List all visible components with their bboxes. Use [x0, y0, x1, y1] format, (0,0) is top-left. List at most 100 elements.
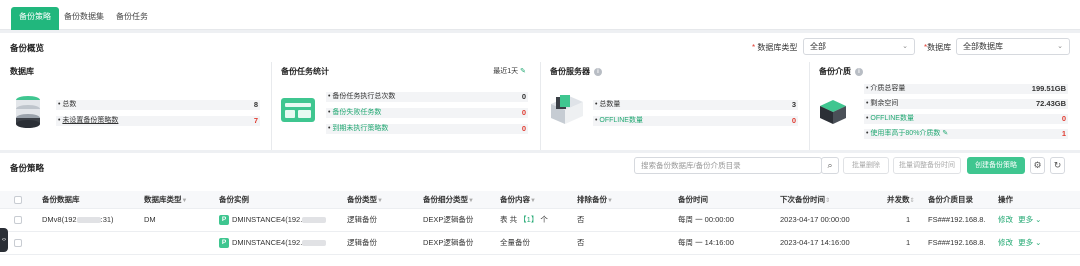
filter-icon: ▼ — [607, 198, 613, 204]
tab-bar: 备份策略 备份数据集 备份任务 — [0, 0, 1080, 30]
task-illustration — [281, 96, 317, 124]
cell-database: DMv8(192:31) — [42, 215, 114, 224]
chevron-down-icon: ⌄ — [1033, 215, 1042, 224]
stat-server-offline[interactable]: • OFFLINE数量 0 — [593, 116, 798, 126]
search-icon: ⌕ — [827, 160, 833, 170]
redacted-mask — [302, 217, 327, 224]
cell-media-dir: FS###192.168.8. — [928, 238, 986, 247]
cell-content: 全量备份 — [500, 238, 530, 247]
card-backup-servers: 备份服务器 i • 总数量 3 • OFFLINE数量 0 — [541, 62, 809, 150]
card-title: 备份介质 i — [819, 66, 863, 77]
search-button[interactable]: ⌕ — [821, 157, 839, 174]
media-illustration — [818, 96, 848, 126]
col-content[interactable]: 备份内容▼ — [500, 191, 536, 209]
filter-icon: ▼ — [181, 198, 188, 204]
col-next-time[interactable]: 下次备份时间⇕ — [780, 191, 830, 209]
col-actions: 操作 — [998, 195, 1013, 204]
col-db-type[interactable]: 数据库类型▼ — [144, 191, 187, 209]
cell-exclude: 否 — [577, 238, 585, 247]
card-title: 备份服务器 i — [550, 66, 602, 77]
refresh-button[interactable]: ↻ — [1050, 157, 1065, 174]
chevron-down-icon: ⌄ — [902, 43, 908, 50]
chevron-down-icon: ⌄ — [1057, 43, 1063, 50]
filter-icon: ▼ — [377, 198, 383, 204]
settings-button[interactable]: ⚙ — [1030, 157, 1045, 174]
server-illustration — [547, 92, 583, 126]
tab-backup-task[interactable]: 备份任务 — [108, 7, 156, 30]
select-all-checkbox[interactable] — [14, 196, 22, 204]
info-icon[interactable]: i — [855, 67, 863, 76]
card-title: 数据库 — [10, 67, 34, 76]
col-exclude[interactable]: 排除备份▼ — [577, 191, 613, 209]
col-sub-type[interactable]: 备份细分类型▼ — [423, 191, 474, 209]
sort-icon: ⇕ — [825, 198, 831, 204]
stat-db-total: • 总数 8 — [56, 100, 260, 110]
cell-time: 每周 一 14:16:00 — [678, 238, 734, 247]
tab-backup-policy[interactable]: 备份策略 — [11, 7, 59, 30]
info-icon[interactable]: i — [594, 67, 602, 76]
redacted-mask — [302, 240, 327, 247]
more-link[interactable]: 更多 — [1018, 238, 1033, 247]
row-checkbox[interactable] — [14, 216, 22, 224]
cell-sub-type: DEXP逻辑备份 — [423, 215, 474, 224]
edit-icon: ✎ — [520, 68, 526, 75]
stat-server-total: • 总数量 3 — [593, 100, 798, 110]
card-backup-media: 备份介质 i • 介质总容量 199.51GB • 剩余空间 72.43GB • … — [810, 62, 1080, 150]
batch-delete-button[interactable]: 批量删除 — [843, 157, 889, 174]
cell-sub-type: DEXP逻辑备份 — [423, 238, 474, 247]
redacted-mask — [76, 217, 101, 224]
create-policy-button[interactable]: 创建备份策略 — [967, 157, 1025, 174]
policy-title: 备份策略 — [10, 163, 45, 173]
refresh-icon: ↻ — [1053, 160, 1062, 170]
col-media-dir: 备份介质目录 — [928, 195, 973, 204]
cell-time: 每周 一 00:00:00 — [678, 215, 734, 224]
content-count-link[interactable]: 【1】 — [519, 215, 538, 224]
stat-media-offline[interactable]: • OFFLINE数量 0 — [864, 114, 1068, 124]
edit-link[interactable]: 修改 — [998, 215, 1013, 224]
more-link[interactable]: 更多 — [1018, 215, 1033, 224]
period-selector[interactable]: 最近1天 ✎ — [493, 66, 526, 76]
card-database: 数据库 • 总数 8 • 未设置备份策略数 7 — [0, 62, 271, 150]
col-database: 备份数据库 — [42, 195, 80, 204]
code-icon: ‹› — [2, 237, 6, 243]
edit-link[interactable]: 修改 — [998, 238, 1013, 247]
cell-instance: P DMINSTANCE4(192. — [219, 209, 327, 231]
stat-task-failed[interactable]: • 备份失败任务数 0 — [326, 108, 528, 118]
side-panel-toggle[interactable]: ‹› — [0, 228, 8, 252]
stat-media-high-usage[interactable]: • 使用率高于80%介质数 ✎ 1 — [864, 129, 1068, 139]
table-row: DMv8(192:31) DM P DMINSTANCE4(192. 逻辑备份 D… — [0, 209, 1080, 232]
cell-media-dir: FS###192.168.8. — [928, 215, 986, 224]
cell-instance: P DMINSTANCE4(192. — [219, 232, 327, 254]
db-select[interactable]: 全部数据库 ⌄ — [956, 38, 1070, 55]
cell-backup-type: 逻辑备份 — [347, 238, 377, 247]
cell-actions: 修改 更多 ⌄ — [998, 209, 1041, 231]
cell-concurrency: 1 — [906, 238, 911, 247]
search-input[interactable]: 搜索备份数据库/备份介质目录 — [634, 157, 822, 174]
primary-badge: P — [219, 215, 229, 226]
primary-badge: P — [219, 238, 229, 249]
cell-next-time: 2023-04-17 14:16:00 — [780, 238, 850, 247]
stat-task-overdue[interactable]: • 到期未执行策略数 0 — [326, 124, 528, 134]
stat-task-total: • 备份任务执行总次数 0 — [326, 92, 528, 102]
stat-media-free: • 剩余空间 72.43GB — [864, 99, 1068, 109]
cell-backup-type: 逻辑备份 — [347, 215, 377, 224]
db-type-select[interactable]: 全部 ⌄ — [803, 38, 915, 55]
col-concurrency[interactable]: 并发数⇕ — [887, 191, 915, 209]
chevron-down-icon: ⌄ — [1033, 238, 1042, 247]
edit-icon: ✎ — [942, 130, 949, 137]
row-checkbox[interactable] — [14, 239, 22, 247]
batch-adjust-time-button[interactable]: 批量调整备份时间 — [893, 157, 961, 174]
filter-icon: ▼ — [468, 198, 474, 204]
tab-backup-dataset[interactable]: 备份数据集 — [56, 7, 112, 30]
gear-icon: ⚙ — [1033, 160, 1042, 170]
sort-icon: ⇕ — [909, 198, 915, 204]
database-illustration — [14, 94, 42, 128]
cell-db-type: DM — [144, 215, 156, 224]
cell-next-time: 2023-04-17 00:00:00 — [780, 215, 850, 224]
col-instance: 备份实例 — [219, 195, 249, 204]
db-type-label: * 数据库类型 — [752, 43, 798, 52]
stat-db-no-policy[interactable]: • 未设置备份策略数 7 — [56, 116, 260, 126]
overview-header: 备份概览 * 数据库类型 全部 ⌄ *数据库 全部数据库 ⌄ — [0, 33, 1080, 62]
card-task-stats: 备份任务统计 最近1天 ✎ • 备份任务执行总次数 0 • 备份失败任务数 0 … — [272, 62, 540, 150]
col-backup-type[interactable]: 备份类型▼ — [347, 191, 383, 209]
